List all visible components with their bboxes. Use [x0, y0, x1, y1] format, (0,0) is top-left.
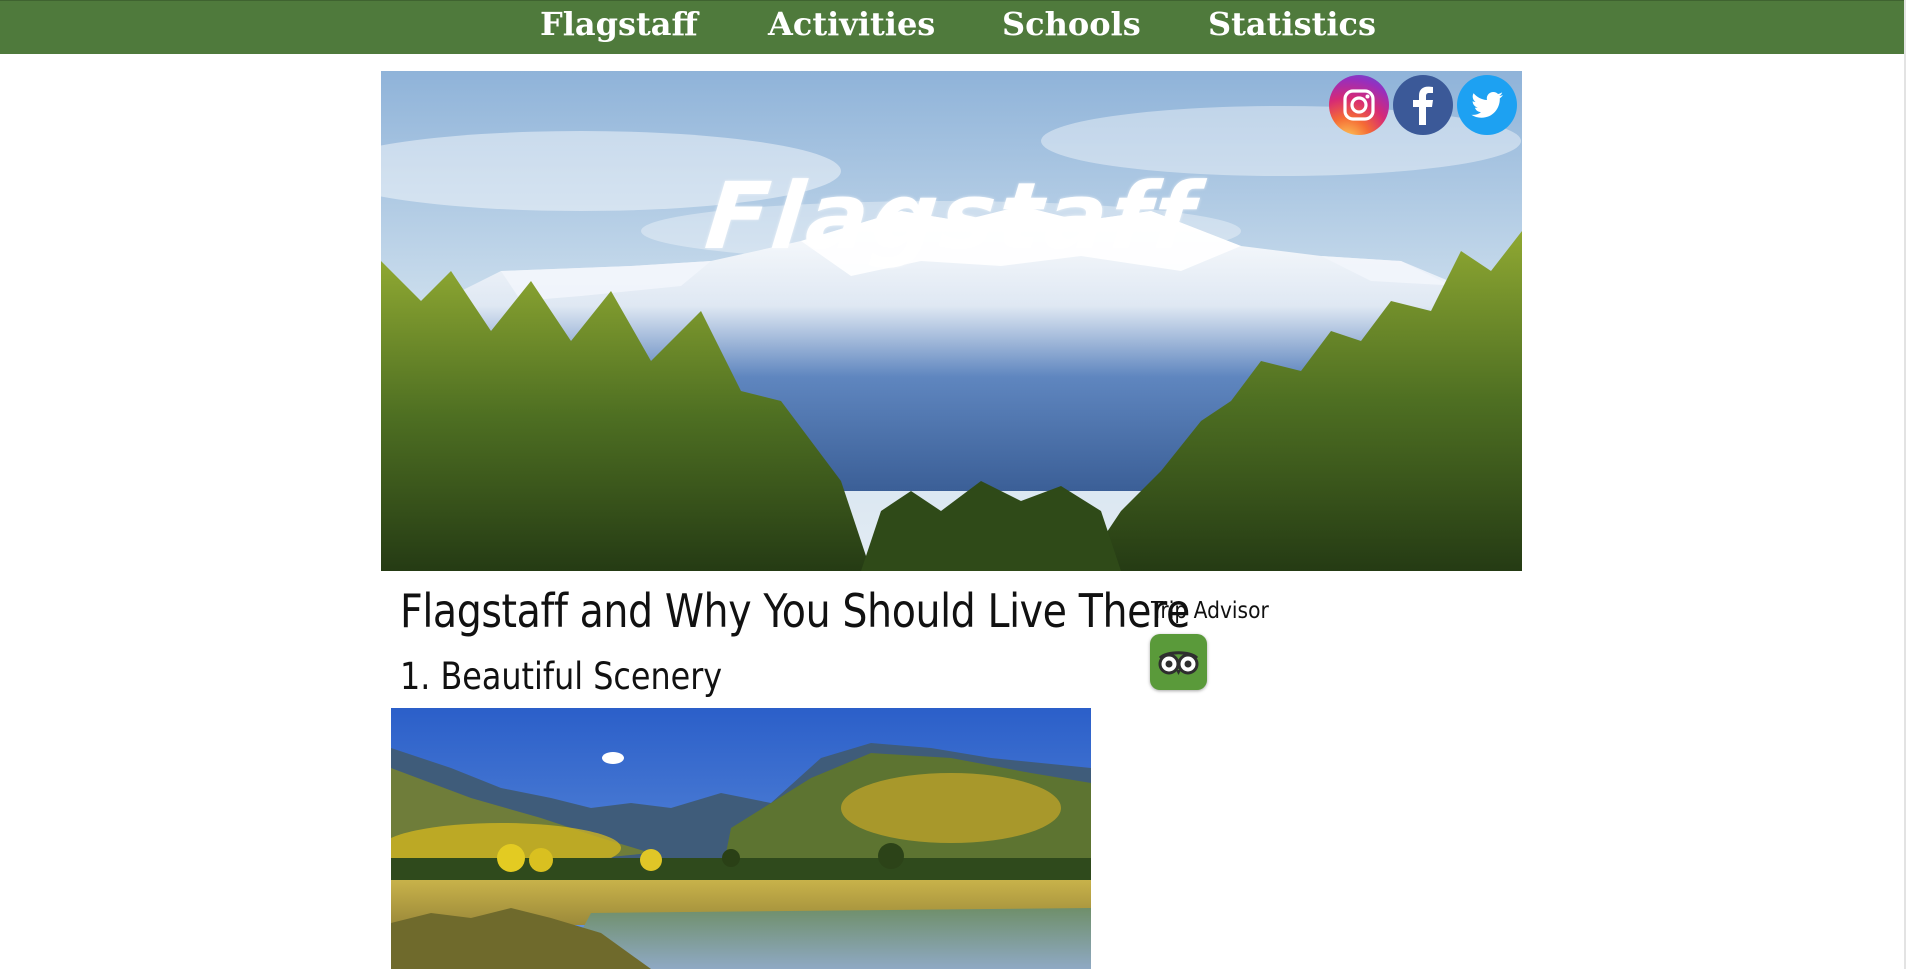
nav-link-activities[interactable]: Activities: [768, 5, 935, 43]
hero-banner: Flagstaff: [381, 71, 1522, 571]
page-title: Flagstaff and Why You Should Live There: [400, 584, 1190, 638]
twitter-icon[interactable]: [1457, 75, 1517, 135]
tripadvisor-owl-icon[interactable]: [1150, 634, 1207, 690]
scenery-image: [391, 708, 1091, 969]
nav-link-statistics[interactable]: Statistics: [1208, 5, 1376, 43]
section-heading: 1. Beautiful Scenery: [400, 655, 723, 698]
page: Flagstaff Activities Schools Statistics: [0, 0, 1906, 969]
nav-link-flagstaff[interactable]: Flagstaff: [540, 5, 698, 43]
hero-mountain-image: [381, 71, 1522, 571]
top-nav: Flagstaff Activities Schools Statistics: [0, 0, 1906, 54]
sidebar-title: Trip Advisor: [1151, 598, 1269, 624]
nav-link-schools[interactable]: Schools: [1002, 5, 1141, 43]
instagram-icon[interactable]: [1329, 75, 1389, 135]
hero-title: Flagstaff: [700, 163, 1203, 270]
facebook-icon[interactable]: [1393, 75, 1453, 135]
